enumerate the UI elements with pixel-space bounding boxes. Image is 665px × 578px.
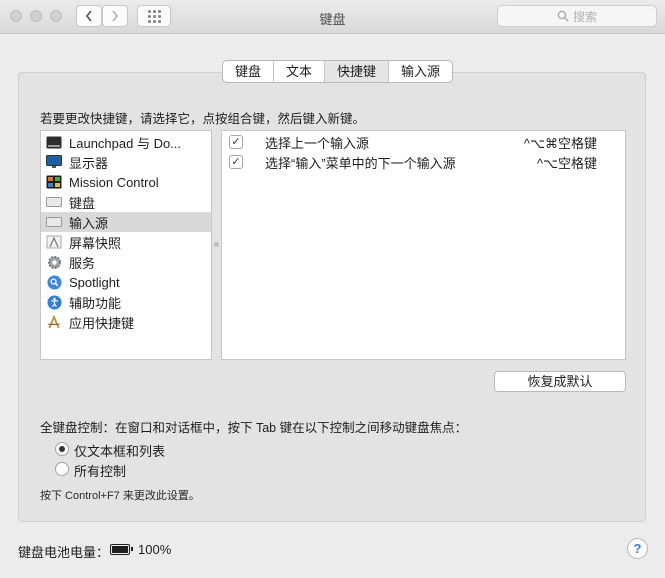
shortcut-keys[interactable]: ^⌥⌘空格键 (524, 133, 597, 152)
shortcut-label: 选择“输入”菜单中的下一个输入源 (265, 155, 456, 171)
shortcut-label: 选择上一个输入源 (265, 135, 370, 151)
tab-input-sources[interactable]: 输入源 (389, 61, 452, 82)
keyboard-icon (46, 195, 62, 209)
launchpad-dock-icon (46, 135, 62, 149)
radio-label-all-controls[interactable]: 所有控制 (74, 461, 126, 480)
search-field[interactable]: 搜索 (497, 5, 657, 27)
title-bar: 键盘 搜索 (0, 0, 665, 34)
tab-keyboard[interactable]: 键盘 (223, 61, 275, 82)
search-placeholder: 搜索 (572, 9, 597, 24)
category-label: 服务 (69, 255, 96, 271)
category-item-screenshots[interactable]: 屏幕快照 (41, 232, 211, 252)
radio-text-boxes-and-lists[interactable] (55, 442, 69, 456)
shortcut-enabled-checkbox[interactable]: ✓ (229, 135, 243, 149)
category-item-app-shortcuts[interactable]: 应用快捷键 (41, 312, 211, 332)
battery-icon (110, 544, 133, 555)
category-item-spotlight[interactable]: Spotlight (41, 272, 211, 292)
category-label: 屏幕快照 (69, 235, 122, 251)
screenshot-icon (46, 235, 62, 249)
restore-defaults-button[interactable]: 恢复成默认 (494, 371, 626, 392)
services-gear-icon (46, 255, 62, 269)
category-item-mission-control[interactable]: Mission Control (41, 172, 211, 192)
full-keyboard-control-label: 全键盘控制：在窗口和对话框中，按下 Tab 键在以下控制之间移动键盘焦点： (40, 421, 468, 435)
spotlight-icon (46, 274, 62, 290)
category-item-accessibility[interactable]: 辅助功能 (41, 292, 211, 312)
category-item-launchpad-dock[interactable]: Launchpad 与 Do... (41, 132, 211, 152)
shortcut-keys[interactable]: ^⌥空格键 (537, 153, 597, 172)
instruction-text: 若要更改快捷键，请选择它，点按组合键，然后键入新键。 (40, 112, 366, 126)
accessibility-icon (46, 294, 62, 310)
display-icon (46, 155, 62, 169)
shortcut-category-list[interactable]: Launchpad 与 Do... 显示器 Mission Control 键盘… (40, 130, 212, 360)
category-label: 应用快捷键 (69, 315, 135, 331)
category-item-services[interactable]: 服务 (41, 252, 211, 272)
category-label: Launchpad 与 Do... (69, 135, 182, 151)
tab-shortcuts[interactable]: 快捷键 (325, 61, 390, 82)
category-label: Mission Control (69, 174, 159, 190)
keyboard-control-hint: 按下 Control+F7 来更改此设置。 (40, 490, 200, 502)
category-label: 键盘 (69, 195, 96, 211)
category-item-keyboard[interactable]: 键盘 (41, 192, 211, 212)
input-source-icon (46, 215, 62, 229)
shortcut-row[interactable]: ✓ 选择上一个输入源 ^⌥⌘空格键 (222, 132, 625, 152)
tab-text[interactable]: 文本 (274, 61, 326, 82)
shortcut-list[interactable]: ✓ 选择上一个输入源 ^⌥⌘空格键 ✓ 选择“输入”菜单中的下一个输入源 ^⌥空… (221, 130, 626, 360)
help-button[interactable]: ? (627, 538, 648, 559)
radio-all-controls[interactable] (55, 462, 69, 476)
shortcut-enabled-checkbox[interactable]: ✓ (229, 155, 243, 169)
category-item-input-sources[interactable]: 输入源 (41, 212, 211, 232)
split-view-divider[interactable] (214, 242, 219, 247)
app-shortcuts-icon (46, 314, 62, 329)
category-label: 输入源 (69, 215, 109, 231)
battery-percent: 100% (138, 542, 172, 557)
radio-label-text-boxes-and-lists[interactable]: 仅文本框和列表 (74, 441, 165, 460)
tab-bar: 键盘 文本 快捷键 输入源 (222, 60, 454, 83)
category-label: Spotlight (69, 274, 120, 290)
search-icon (557, 10, 569, 22)
category-label: 显示器 (69, 155, 109, 171)
category-label: 辅助功能 (69, 295, 122, 311)
battery-level-label: 键盘电池电量： (18, 545, 110, 560)
category-item-display[interactable]: 显示器 (41, 152, 211, 172)
shortcut-row[interactable]: ✓ 选择“输入”菜单中的下一个输入源 ^⌥空格键 (222, 152, 625, 172)
mission-control-icon (46, 175, 62, 189)
